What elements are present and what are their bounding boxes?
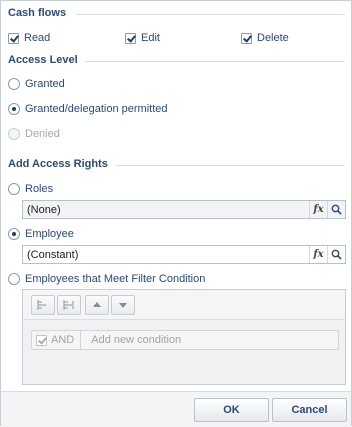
granted-label: Granted [25, 78, 65, 90]
and-checkbox[interactable] [36, 334, 47, 346]
cash-flows-title: Cash flows [8, 7, 67, 19]
delete-checkbox[interactable]: Delete [241, 32, 289, 44]
search-icon [331, 249, 342, 260]
move-up-button[interactable] [85, 295, 109, 315]
delete-label: Delete [257, 32, 289, 44]
roles-radio-button[interactable] [8, 183, 20, 195]
section-divider [76, 14, 345, 15]
filter-condition-label: Employees that Meet Filter Condition [25, 273, 206, 285]
employee-radio-button[interactable] [8, 228, 20, 240]
roles-radio[interactable]: Roles [8, 183, 53, 195]
condition-row: AND Add new condition [31, 330, 339, 350]
employee-search-button[interactable] [327, 246, 345, 263]
filter-condition-radio[interactable]: Employees that Meet Filter Condition [8, 273, 205, 285]
down-arrow-icon [119, 303, 127, 308]
denied-radio-button [8, 128, 20, 140]
granted-radio-button[interactable] [8, 78, 20, 90]
employee-field[interactable]: (Constant) fx [22, 245, 346, 264]
search-icon [331, 204, 342, 215]
access-rights-dialog: Cash flows Read Edit Delete Access Level… [0, 0, 352, 427]
edit-checkbox[interactable]: Edit [125, 32, 160, 44]
add-group-button[interactable] [31, 295, 55, 315]
ungroup-icon [63, 300, 74, 310]
granted-delegation-radio-button[interactable] [8, 103, 20, 115]
roles-function-button[interactable]: fx [309, 201, 327, 218]
edit-label: Edit [141, 32, 160, 44]
access-level-title: Access Level [8, 54, 78, 66]
granted-delegation-radio[interactable]: Granted/delegation permitted [8, 103, 167, 115]
denied-radio: Denied [8, 128, 60, 140]
roles-value: (None) [27, 203, 61, 216]
roles-label: Roles [25, 183, 54, 195]
remove-group-button[interactable] [57, 295, 81, 315]
filter-panel: AND Add new condition [22, 289, 346, 385]
granted-radio[interactable]: Granted [8, 78, 65, 90]
filter-toolbar [23, 290, 345, 320]
ok-button[interactable]: OK [194, 398, 269, 422]
group-icon [37, 300, 46, 310]
up-arrow-icon [93, 302, 101, 307]
filter-condition-radio-button[interactable] [8, 273, 20, 285]
employee-value: (Constant) [27, 248, 79, 261]
employee-label: Employee [25, 228, 74, 240]
edit-checkbox-box[interactable] [125, 32, 136, 44]
employee-radio[interactable]: Employee [8, 228, 74, 240]
roles-search-button[interactable] [327, 201, 345, 218]
delete-checkbox-box[interactable] [241, 32, 252, 44]
cancel-button[interactable]: Cancel [272, 398, 347, 422]
employee-function-button[interactable]: fx [309, 246, 327, 263]
add-access-rights-title: Add Access Rights [8, 158, 108, 170]
granted-delegation-label: Granted/delegation permitted [25, 103, 168, 115]
condition-and-toggle[interactable]: AND [32, 331, 82, 349]
section-divider [116, 165, 345, 166]
denied-label: Denied [25, 128, 60, 140]
read-checkbox-box[interactable] [8, 32, 19, 44]
dialog-footer: OK Cancel [1, 391, 351, 427]
read-label: Read [24, 32, 51, 44]
roles-field[interactable]: (None) fx [22, 200, 346, 219]
section-divider [85, 61, 345, 62]
move-down-button[interactable] [111, 295, 135, 315]
and-label: AND [51, 334, 75, 346]
add-condition-link[interactable]: Add new condition [81, 334, 181, 346]
read-checkbox[interactable]: Read [8, 32, 50, 44]
